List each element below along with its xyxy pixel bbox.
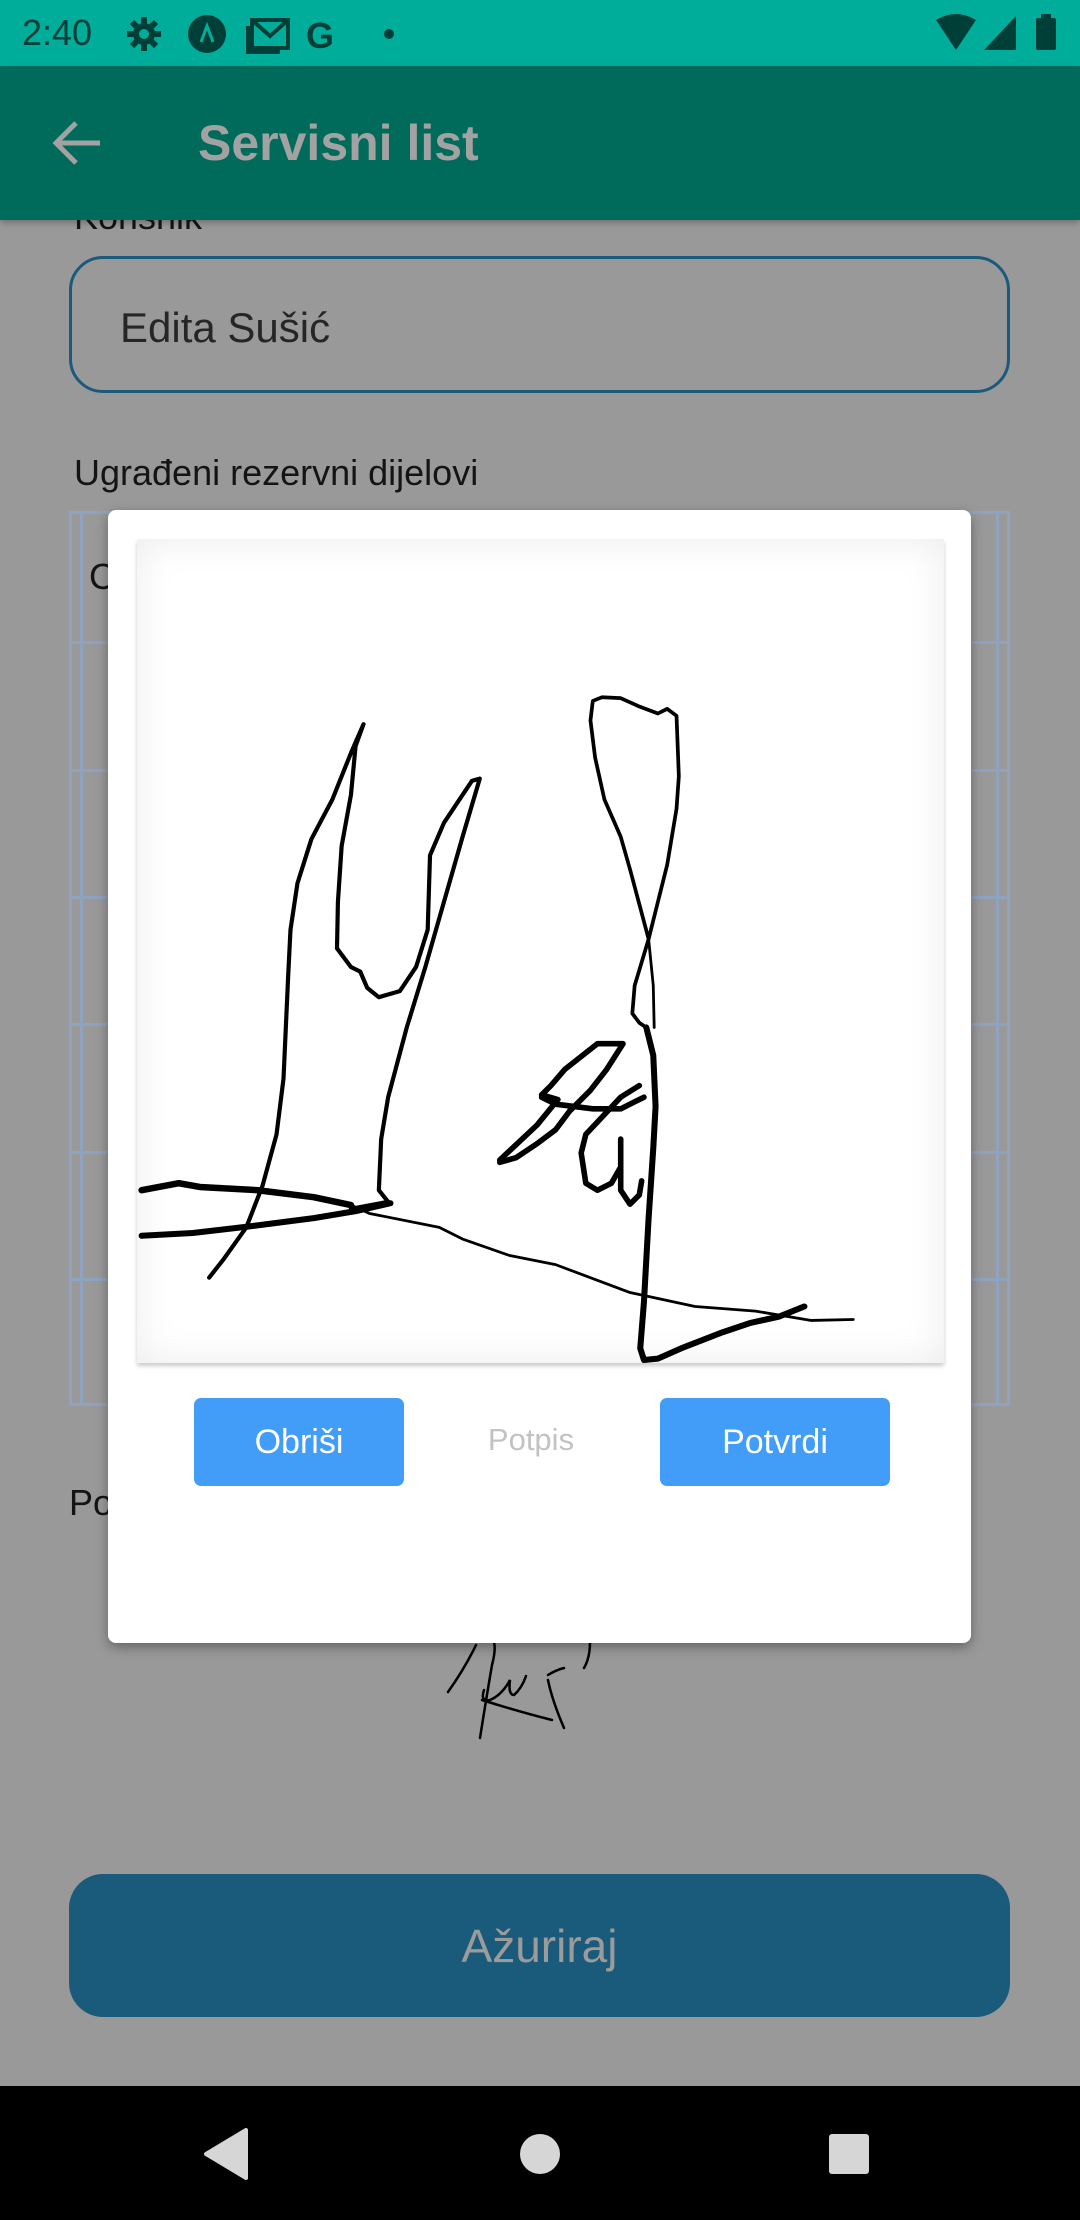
notification-icons: G (127, 15, 394, 54)
gear-icon (127, 17, 161, 51)
parts-label: Ugrađeni rezervni dijelovi (74, 452, 479, 493)
clear-button-label: Obriši (254, 1422, 344, 1461)
confirm-button-label: Potvrdi (722, 1422, 828, 1461)
table-col-divider (80, 514, 83, 1403)
signature-canvas[interactable] (137, 539, 944, 1363)
nav-back-icon[interactable] (200, 2126, 260, 2182)
navigation-bar (0, 2086, 1080, 2220)
customer-input[interactable]: Edita Sušić (69, 256, 1010, 393)
update-button[interactable]: Ažuriraj (69, 1874, 1010, 2017)
nav-recents-icon[interactable] (828, 2132, 870, 2176)
dot-icon (384, 29, 394, 39)
status-time: 2:40 (22, 12, 93, 53)
signal-icon (984, 16, 1016, 50)
arrow-left-icon[interactable] (52, 120, 102, 166)
google-icon: G (306, 15, 334, 54)
dialog-title: Potpis (487, 1422, 575, 1457)
table-col-divider (996, 514, 999, 1403)
update-button-label: Ažuriraj (461, 1919, 618, 1972)
clear-button[interactable]: Obriši (194, 1398, 404, 1486)
signature-label: Po (69, 1482, 114, 1523)
gmail-icon (246, 18, 290, 54)
battery-icon (1036, 18, 1056, 50)
page-title: Servisni list (198, 115, 479, 171)
expo-icon (188, 15, 226, 53)
confirm-button[interactable]: Potvrdi (660, 1398, 890, 1486)
saved-signature-image (446, 1640, 592, 1740)
app-bar: Servisni list (0, 66, 1080, 220)
status-bar: 2:40 G (0, 0, 1080, 66)
wifi-icon (936, 14, 976, 50)
signature-dialog: Obriši Potpis Potvrdi (108, 510, 971, 1643)
customer-value: Edita Sušić (120, 304, 331, 351)
nav-home-icon[interactable] (518, 2132, 562, 2176)
system-icons (936, 14, 1056, 50)
